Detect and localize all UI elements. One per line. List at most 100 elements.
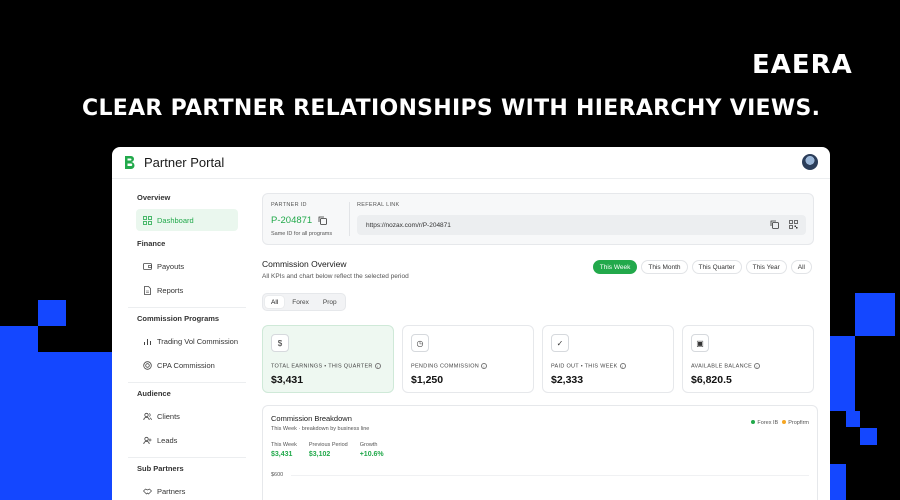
stat-growth: Growth +10.6% — [359, 442, 384, 458]
kpi-value: $3,431 — [271, 374, 304, 386]
period-this-quarter[interactable]: This Quarter — [691, 260, 742, 274]
partner-portal-window: Partner Portal Overview Dashboard Financ… — [112, 147, 830, 500]
handshake-icon — [142, 486, 152, 496]
sidebar-item-label: CPA Commission — [157, 360, 215, 370]
target-icon — [142, 360, 152, 370]
sidebar-section-finance: Finance — [137, 239, 166, 248]
partner-id-value: P-204871 — [271, 215, 313, 226]
referral-link-value: https://nozax.com/r/P-204871 — [366, 221, 451, 229]
stat-previous-period: Previous Period $3,102 — [308, 442, 348, 458]
partner-id-note: Same ID for all programs — [271, 231, 333, 237]
sidebar-item-partners[interactable]: Partners — [128, 480, 246, 500]
kpi-available-balance[interactable]: ▣ AVAILABLE BALANCE i $6,820.5 — [682, 325, 814, 393]
info-icon[interactable]: i — [374, 363, 381, 369]
check-circle-icon: ✓ — [551, 334, 569, 352]
sidebar-item-label: Payouts — [157, 261, 185, 271]
info-icon[interactable]: i — [481, 363, 488, 369]
sidebar: Overview Dashboard Finance Payouts Repor… — [128, 193, 246, 500]
decor-pixel — [38, 352, 112, 500]
sidebar-item-label: Leads — [157, 435, 178, 445]
kpi-label: PAID OUT • THIS WEEK — [551, 363, 618, 370]
dashboard-icon — [142, 215, 152, 225]
sidebar-item-label: Clients — [157, 411, 180, 421]
period-all[interactable]: All — [790, 260, 812, 274]
sidebar-item-dashboard[interactable]: Dashboard — [136, 209, 238, 231]
decor-pixel — [846, 411, 860, 427]
sidebar-item-trading-vol-commission[interactable]: Trading Vol Commission — [128, 330, 246, 352]
decor-pixel — [830, 464, 846, 500]
sidebar-item-reports[interactable]: Reports — [128, 279, 246, 301]
decor-pixel — [860, 428, 877, 445]
bar-chart-icon — [142, 336, 152, 346]
app-title: Partner Portal — [144, 155, 225, 170]
kpi-pending-commission[interactable]: ◷ PENDING COMMISSION i $1,250 — [402, 325, 534, 393]
commission-overview-subtitle: All KPIs and chart below reflect the sel… — [262, 273, 409, 280]
info-icon[interactable]: i — [754, 363, 761, 369]
commission-breakdown-card: Commission Breakdown This Week · breakdo… — [262, 405, 818, 500]
kpi-total-earnings[interactable]: $ TOTAL EARNINGS • THIS QUARTER i $3,431 — [262, 325, 394, 393]
clock-icon: ◷ — [411, 334, 429, 352]
kpi-value: $6,820.5 — [691, 374, 732, 386]
sidebar-divider — [128, 382, 246, 383]
y-axis-tick: $600 — [271, 472, 284, 478]
kpi-label: TOTAL EARNINGS • THIS QUARTER — [271, 363, 373, 370]
legend-forex-ib: Forex IB — [751, 420, 778, 426]
main-content: PARTNER ID P-204871 Same ID for all prog… — [262, 193, 818, 500]
sidebar-divider — [128, 457, 246, 458]
decor-pixel — [855, 293, 895, 336]
sidebar-section-overview: Overview — [137, 193, 171, 202]
period-this-week[interactable]: This Week — [592, 260, 638, 274]
sidebar-divider — [128, 307, 246, 308]
chart-gridline — [291, 475, 809, 476]
legend-propfirm: Propfirm — [782, 420, 809, 426]
decor-pixel — [38, 300, 66, 326]
user-plus-icon — [142, 435, 152, 445]
qr-code-icon[interactable] — [788, 219, 798, 229]
sidebar-item-label: Dashboard — [157, 215, 194, 225]
sidebar-item-label: Trading Vol Commission — [157, 336, 239, 346]
period-filter: This Week This Month This Quarter This Y… — [592, 260, 812, 274]
info-icon[interactable]: i — [619, 363, 626, 369]
period-this-month[interactable]: This Month — [641, 260, 688, 274]
sidebar-item-payouts[interactable]: Payouts — [128, 255, 246, 277]
period-this-year[interactable]: This Year — [745, 260, 787, 274]
sidebar-item-clients[interactable]: Clients — [128, 405, 246, 427]
decor-pixel — [0, 326, 38, 500]
portal-logo-icon — [125, 156, 135, 169]
sidebar-item-leads[interactable]: Leads — [128, 429, 246, 451]
breakdown-subtitle: This Week · breakdown by business line — [271, 426, 370, 432]
document-icon — [142, 285, 152, 295]
wallet-icon — [142, 261, 152, 271]
kpi-row: $ TOTAL EARNINGS • THIS QUARTER i $3,431 … — [262, 325, 814, 393]
dollar-icon: $ — [271, 334, 289, 352]
line-prop[interactable]: Prop — [317, 296, 343, 308]
copy-link-icon[interactable] — [769, 219, 779, 229]
referral-link-label: REFERAL LINK — [357, 202, 400, 208]
kpi-paid-out[interactable]: ✓ PAID OUT • THIS WEEK i $2,333 — [542, 325, 674, 393]
referral-link-field[interactable]: https://nozax.com/r/P-204871 — [357, 215, 806, 235]
stat-this-week: This Week $3,431 — [271, 442, 297, 458]
kpi-label: AVAILABLE BALANCE — [691, 363, 753, 370]
partner-id-card: PARTNER ID P-204871 Same ID for all prog… — [262, 193, 814, 245]
user-avatar[interactable] — [802, 154, 818, 170]
sidebar-item-label: Reports — [157, 285, 184, 295]
users-icon — [142, 411, 152, 421]
copy-icon[interactable] — [317, 215, 327, 225]
sidebar-item-cpa-commission[interactable]: CPA Commission — [128, 354, 246, 376]
top-bar: Partner Portal — [112, 147, 830, 179]
commission-overview-title: Commission Overview — [262, 259, 347, 269]
line-all[interactable]: All — [265, 296, 285, 308]
breakdown-stats: This Week $3,431 Previous Period $3,102 … — [271, 442, 384, 458]
promo-headline: CLEAR PARTNER RELATIONSHIPS WITH HIERARC… — [82, 96, 821, 121]
sidebar-section-commission-programs: Commission Programs — [137, 314, 220, 323]
wallet-icon: ▣ — [691, 334, 709, 352]
kpi-label: PENDING COMMISSION — [411, 363, 480, 370]
line-forex[interactable]: Forex — [286, 296, 315, 308]
sidebar-section-sub-partners: Sub Partners — [137, 464, 184, 473]
partner-id-label: PARTNER ID — [271, 202, 307, 208]
sidebar-section-audience: Audience — [137, 389, 171, 398]
kpi-value: $2,333 — [551, 374, 584, 386]
breakdown-title: Commission Breakdown — [271, 414, 352, 423]
card-divider — [349, 202, 350, 236]
decor-pixel — [830, 336, 855, 411]
